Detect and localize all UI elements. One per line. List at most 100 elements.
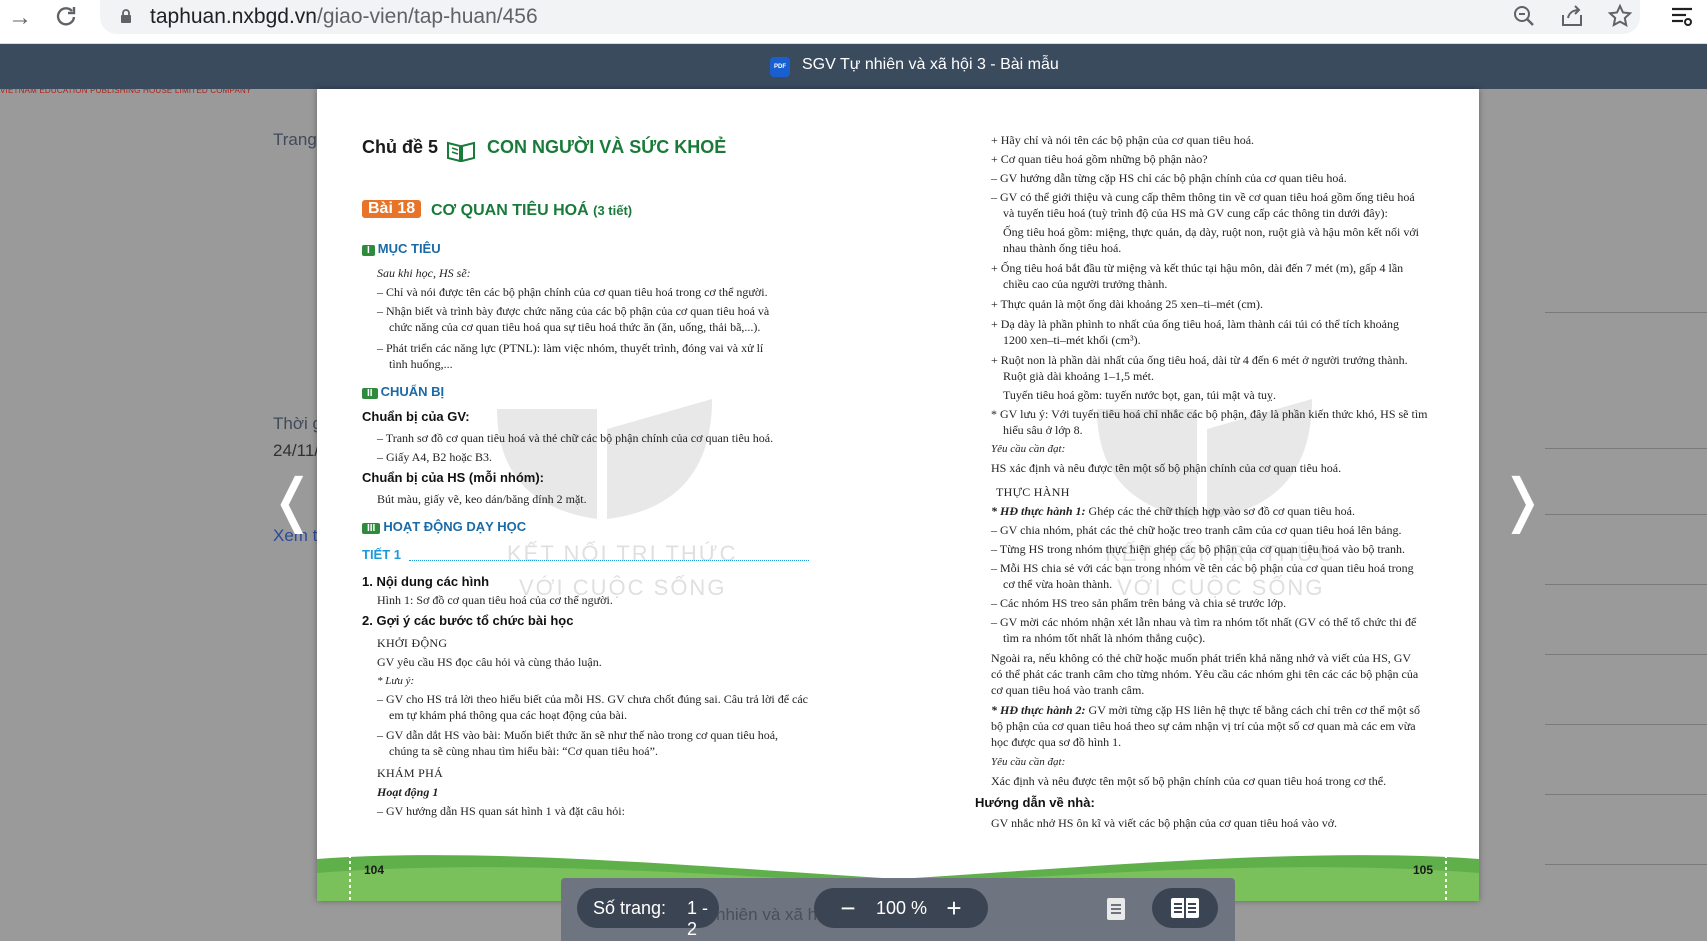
divider bbox=[1545, 514, 1707, 515]
section-title: HOẠT ĐỘNG DẠY HỌC bbox=[383, 519, 527, 534]
goal-item: – Nhận biết và trình bày được chức năng … bbox=[377, 304, 770, 318]
goal-item: chức năng của cơ quan tiêu hoá qua sự ti… bbox=[389, 320, 761, 334]
url-host: taphuan.nxbgd.vn bbox=[150, 5, 317, 28]
body-text: Ống tiêu hoá gồm: miệng, thực quản, dạ d… bbox=[1003, 225, 1419, 239]
practice-2: * HĐ thực hành 2: GV mời từng cặp HS liê… bbox=[991, 702, 1420, 718]
note-label: * Lưu ý: bbox=[377, 675, 415, 687]
lesson-title-text: CƠ QUAN TIÊU HOÁ bbox=[431, 202, 589, 219]
body-text: học được qua sơ đồ hình 1. bbox=[991, 735, 1122, 749]
next-page-button[interactable]: ❭ bbox=[1498, 470, 1547, 530]
divider bbox=[1545, 724, 1707, 725]
lesson-duration: (3 tiết) bbox=[593, 203, 633, 218]
divider bbox=[1545, 654, 1707, 655]
body-text: bộ phận của cơ quan tiêu hoá theo sự cảm… bbox=[991, 719, 1416, 733]
prep-item: Bút màu, giấy vẽ, keo dán/băng dính 2 mặ… bbox=[377, 492, 587, 506]
body-text: – GV hướng dẫn từng cặp HS chỉ các bộ ph… bbox=[991, 171, 1347, 185]
intro-text: Sau khi học, HS sẽ: bbox=[377, 266, 471, 280]
zoom-in-button[interactable]: + bbox=[940, 894, 968, 922]
activity-heading: THỰC HÀNH bbox=[996, 485, 1070, 499]
single-page-view-icon[interactable] bbox=[1106, 897, 1126, 921]
body-text: – Các nhóm HS treo sản phẩm trên bảng và… bbox=[991, 596, 1287, 610]
body-text: + Cơ quan tiêu hoá gồm những bộ phận nào… bbox=[991, 152, 1208, 166]
body-text: HS xác định và nêu được tên một số bộ ph… bbox=[991, 461, 1342, 475]
goal-item: – Phát triển các năng lực (PTNL): làm vi… bbox=[377, 341, 764, 355]
time-label: Thời g bbox=[273, 414, 322, 433]
body-text: chiều cao của người trưởng thành. bbox=[1003, 277, 1168, 291]
section-heading: III HOẠT ĐỘNG DẠY HỌC bbox=[362, 519, 526, 537]
underlying-text: nhiên và xã hộ bbox=[716, 905, 827, 924]
section-title: MỤC TIÊU bbox=[377, 241, 441, 256]
divider bbox=[1545, 312, 1707, 313]
divider bbox=[1545, 794, 1707, 795]
body-text: cơ quan tiêu hoá vào tranh câm. bbox=[991, 683, 1145, 697]
body-text: em tự khám phá thông qua các hoạt động c… bbox=[389, 708, 628, 722]
section-heading: II CHUẨN BỊ bbox=[362, 384, 444, 402]
zoom-out-button[interactable]: − bbox=[834, 894, 862, 922]
practice-text: GV mời từng cặp HS liên hệ thực tế bằng … bbox=[1085, 703, 1420, 717]
pdf-spread: KẾT NỐI TRI THỨC VỚI CUỘC SỐNG KẾT NỐI T… bbox=[317, 89, 1479, 901]
open-book-icon bbox=[447, 141, 475, 162]
viewer-toolbar: nhiên và xã hộ Số trang: 1 - 2 − 100 % + bbox=[561, 878, 1235, 941]
body-text: và tuyến tiêu hoá (tuỳ trình độ của HS m… bbox=[1003, 206, 1388, 220]
pdf-file-icon: PDF bbox=[770, 57, 790, 77]
subheading: 1. Nội dung các hình bbox=[362, 574, 490, 589]
body-text: hiểu sâu ở lớp 8. bbox=[1003, 423, 1083, 437]
body-text: * GV lưu ý: Với tuyến tiêu hoá chỉ nhắc … bbox=[991, 407, 1428, 421]
divider bbox=[1545, 864, 1707, 865]
requirement-label: Yêu cầu cần đạt: bbox=[991, 756, 1066, 768]
zoom-level: 100 % bbox=[876, 898, 928, 918]
body-text: – Mỗi HS chia sẻ với các bạn trong nhóm … bbox=[991, 561, 1414, 575]
lesson-badge: Bài 18 bbox=[362, 200, 422, 218]
goal-item: tình huống,... bbox=[389, 357, 453, 371]
body-text: + Ruột non là phần dài nhất của ống tiêu… bbox=[991, 353, 1408, 367]
section-number: III bbox=[362, 523, 381, 534]
reload-icon[interactable] bbox=[52, 4, 80, 32]
section-number: II bbox=[362, 388, 378, 399]
body-text: tìm ra nhóm tốt nhất là nhóm thắng cuộc)… bbox=[1003, 631, 1206, 645]
address-bar[interactable]: taphuan.nxbgd.vn/giao-vien/tap-huan/456 bbox=[100, 0, 1640, 34]
page-count: Số trang: 1 - 2 bbox=[577, 888, 719, 939]
zoom-control: − 100 % + bbox=[814, 888, 988, 928]
divider bbox=[1545, 584, 1707, 585]
body-text: GV nhắc nhở HS ôn kĩ và viết các bộ phận… bbox=[991, 816, 1338, 830]
page-105: + Hãy chỉ và nói tên các bộ phận của cơ … bbox=[898, 89, 1479, 901]
lock-icon[interactable] bbox=[120, 8, 132, 24]
body-text: – Từng HS trong nhóm thực hiện ghép các … bbox=[991, 542, 1406, 556]
body-text: cơ thể vừa hoàn thành. bbox=[1003, 577, 1113, 591]
body-text: chúng ta sẽ cùng nhau tìm hiểu bài: “Cơ … bbox=[389, 744, 658, 758]
practice-1: * HĐ thực hành 1: Ghép các thẻ chữ thích… bbox=[991, 503, 1355, 519]
body-text: + Dạ dày là phần phình to nhất của ống t… bbox=[991, 317, 1399, 331]
section-number: I bbox=[362, 245, 375, 256]
requirement-label: Yêu cầu cần đạt: bbox=[991, 443, 1066, 455]
two-page-view-button[interactable] bbox=[1152, 888, 1218, 928]
subheading: Chuẩn bị của HS (mỗi nhóm): bbox=[362, 470, 544, 485]
subheading: 2. Gợi ý các bước tổ chức bài học bbox=[362, 613, 574, 628]
url-path: /giao-vien/tap-huan/456 bbox=[316, 5, 538, 28]
zoom-magnifier-icon[interactable] bbox=[1511, 3, 1539, 31]
body-text: Ngoài ra, nếu không có thẻ chữ hoặc muốn… bbox=[991, 651, 1412, 665]
document-title: SGV Tự nhiên và xã hội 3 - Bài mẫu bbox=[802, 56, 1059, 73]
page-number-right: 105 bbox=[1413, 863, 1434, 877]
page-count-value: 1 - 2 bbox=[687, 898, 709, 939]
share-icon[interactable] bbox=[1559, 3, 1587, 31]
topic-label: Chủ đề 5 bbox=[362, 137, 439, 157]
divider bbox=[1545, 448, 1707, 449]
topic-title: CON NGƯỜI VÀ SỨC KHOẺ bbox=[487, 137, 727, 157]
body-text: nhau thành ống tiêu hoá. bbox=[1003, 241, 1122, 255]
trang-label: Trang bbox=[273, 130, 317, 149]
body-text: + Thực quản là một ống dài khoảng 25 xen… bbox=[991, 297, 1263, 311]
forward-arrow-icon[interactable]: → bbox=[6, 4, 34, 32]
body-text: + Hãy chỉ và nói tên các bộ phận của cơ … bbox=[991, 133, 1255, 147]
activity-heading: KHỞI ĐỘNG bbox=[377, 636, 448, 650]
body-text: Tuyến tiêu hoá gồm: tuyến nước bọt, gan,… bbox=[1003, 388, 1277, 402]
url-text[interactable]: taphuan.nxbgd.vn/giao-vien/tap-huan/456 bbox=[150, 5, 538, 29]
body-text: Xác định và nêu được tên một số bộ phận … bbox=[991, 774, 1387, 788]
section-heading: I MỤC TIÊU bbox=[362, 241, 441, 259]
activity-title: Hoạt động 1 bbox=[377, 785, 439, 799]
bookmark-star-icon[interactable] bbox=[1607, 3, 1635, 31]
practice-label: * HĐ thực hành 1: bbox=[991, 504, 1086, 518]
body-text: – GV có thể giới thiệu và cung cấp thêm … bbox=[991, 190, 1415, 204]
reading-list-icon[interactable] bbox=[1668, 4, 1696, 32]
page-number-left: 104 bbox=[364, 863, 385, 877]
previous-page-button[interactable]: ❬ bbox=[268, 470, 317, 530]
